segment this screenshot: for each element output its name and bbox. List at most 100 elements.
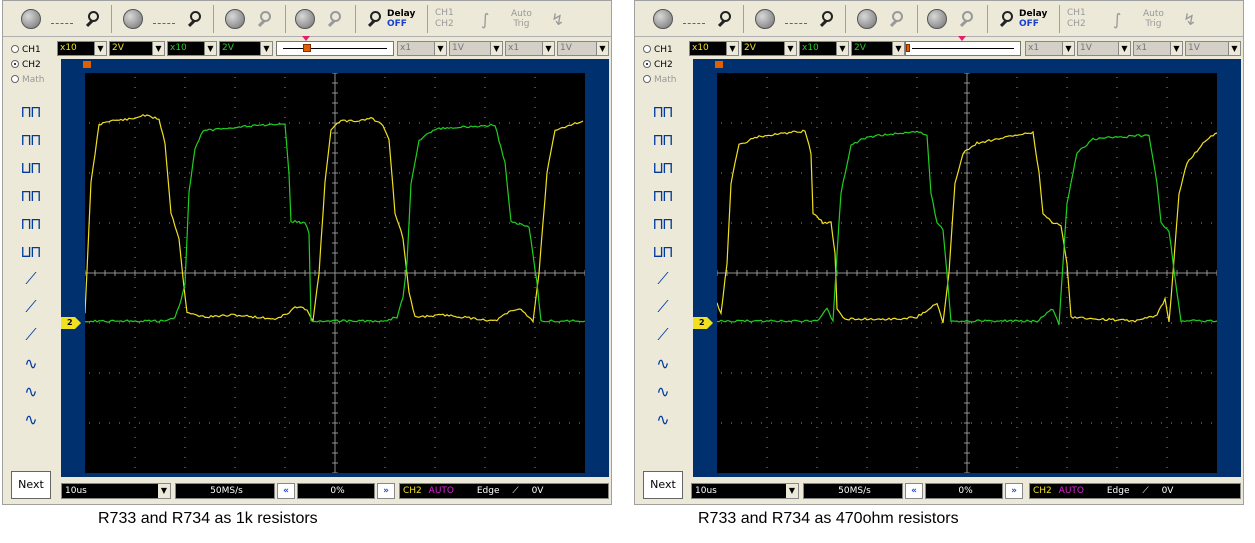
math-knob-icon[interactable] (225, 7, 245, 31)
ch2-knob-icon[interactable] (755, 7, 775, 31)
math1-volts-select[interactable]: 1V ▼ (449, 41, 503, 56)
channel-radio-ch1[interactable]: CH1 (643, 43, 691, 57)
ch1-knob-icon[interactable] (21, 7, 41, 31)
ch2-probe-select[interactable]: x10 ▼ (799, 41, 849, 56)
ch1-offset-icon[interactable] (51, 7, 73, 31)
mode-slope-icon[interactable]: ⟋ (9, 321, 53, 349)
math2-volts-select[interactable]: 1V ▼ (1185, 41, 1241, 56)
timebase-select[interactable]: 10us ▼ (61, 483, 171, 499)
mode-pulse-width-icon[interactable]: ⊓⊓ (9, 181, 53, 209)
mode-pulse-neg-icon[interactable]: ⊔⊓ (9, 153, 53, 181)
trig-src-ch2[interactable]: CH2 (1067, 19, 1086, 30)
channel-radio-ch2[interactable]: CH2 (643, 58, 691, 72)
mode-sine-icon[interactable]: ∿ (641, 349, 685, 377)
ref-zoom-icon[interactable] (957, 7, 977, 31)
trig-src-ch2[interactable]: CH2 (435, 19, 454, 30)
ch2-level-marker[interactable]: 2 (61, 317, 81, 329)
trigger-handle-icon[interactable] (906, 44, 910, 52)
position-right-button[interactable]: » (377, 483, 395, 499)
math2-probe-select[interactable]: x1 ▼ (1133, 41, 1183, 56)
ch2-probe-select[interactable]: x10 ▼ (167, 41, 217, 56)
math-knob-icon[interactable] (857, 7, 877, 31)
trigger-slope-icon[interactable]: ∫ (1113, 7, 1121, 31)
math2-probe-select[interactable]: x1 ▼ (505, 41, 555, 56)
mode-pulse-both-icon[interactable]: ⊓⊓ (9, 97, 53, 125)
trigger-position-slider[interactable] (276, 36, 394, 56)
trigger-source-group[interactable]: CH1 CH2 (435, 7, 454, 31)
ref-knob-icon[interactable] (927, 7, 947, 31)
ch1-knob-icon[interactable] (653, 7, 673, 31)
mode-sine-icon[interactable]: ∿ (9, 349, 53, 377)
auto-trig-button[interactable]: Auto Trig (511, 7, 532, 31)
mode-pulse-pos-icon[interactable]: ⊓⊓ (9, 125, 53, 153)
trigger-edge-icon[interactable]: ↯ (551, 7, 564, 31)
delay-icon[interactable]: Delay OFF (365, 7, 415, 31)
trig-src-ch1[interactable]: CH1 (1067, 8, 1086, 19)
math-zoom-icon[interactable] (887, 7, 907, 31)
trigger-position-marker[interactable] (302, 36, 310, 41)
delay-icon[interactable]: Delay OFF (997, 7, 1047, 31)
mode-slope-icon[interactable]: ⟋ (641, 321, 685, 349)
math1-probe-select[interactable]: x1 ▼ (1025, 41, 1075, 56)
mode-pulse-gt-icon[interactable]: ⊓⊓ (9, 209, 53, 237)
ch2-offset-icon[interactable] (785, 7, 807, 31)
grid-dot (1061, 372, 1062, 374)
mode-sine-inv-icon[interactable]: ∿ (9, 377, 53, 405)
ch2-zoom-icon[interactable] (185, 7, 205, 31)
next-button[interactable]: Next (643, 471, 683, 499)
ch2-volts-select[interactable]: 2V ▼ (851, 41, 905, 56)
channel-radio-math[interactable]: Math (11, 73, 59, 87)
math2-volts-select[interactable]: 1V ▼ (557, 41, 609, 56)
grid-dot (384, 347, 386, 348)
ref-knob-icon[interactable] (295, 7, 315, 31)
ch2-offset-icon[interactable] (153, 7, 175, 31)
mode-pulse-pos-icon[interactable]: ⊓⊓ (641, 125, 685, 153)
mode-edge-rise-icon[interactable]: ⟋ (641, 265, 685, 293)
timebase-select[interactable]: 10us ▼ (691, 483, 799, 499)
ch1-probe-select[interactable]: x10 ▼ (689, 41, 739, 56)
ch2-knob-icon[interactable] (123, 7, 143, 31)
mode-pulse-width-icon[interactable]: ⊓⊓ (641, 181, 685, 209)
mode-edge-rise-icon[interactable]: ⟋ (9, 265, 53, 293)
mode-sine-inv-icon[interactable]: ∿ (641, 377, 685, 405)
channel-radio-ch2[interactable]: CH2 (11, 58, 59, 72)
trigger-handle-icon[interactable] (303, 44, 311, 52)
ch2-level-marker[interactable]: 2 (693, 317, 713, 329)
trig-src-ch1[interactable]: CH1 (435, 8, 454, 19)
math1-probe-select[interactable]: x1 ▼ (397, 41, 447, 56)
position-left-button[interactable]: « (905, 483, 923, 499)
mode-sine-both-icon[interactable]: ∿ (641, 405, 685, 433)
trigger-slope-icon[interactable]: ∫ (481, 7, 489, 31)
ch2-volts-select[interactable]: 2V ▼ (219, 41, 273, 56)
mode-pulse-both-icon[interactable]: ⊓⊓ (641, 97, 685, 125)
ch1-zoom-icon[interactable] (715, 7, 735, 31)
mode-pulse-lt-icon[interactable]: ⊔⊓ (641, 237, 685, 265)
mode-pulse-gt-icon[interactable]: ⊓⊓ (641, 209, 685, 237)
mode-edge-fall-icon[interactable]: ⟋ (9, 293, 53, 321)
trigger-position-marker[interactable] (958, 36, 966, 41)
ref-zoom-icon[interactable] (325, 7, 345, 31)
trigger-edge-icon[interactable]: ↯ (1183, 7, 1196, 31)
trigger-position-slider[interactable] (905, 36, 1021, 56)
mode-sine-both-icon[interactable]: ∿ (9, 405, 53, 433)
ch1-volts-select[interactable]: 2V ▼ (109, 41, 165, 56)
auto-trig-button[interactable]: Auto Trig (1143, 7, 1164, 31)
channel-radio-ch1[interactable]: CH1 (11, 43, 59, 57)
ch1-zoom-icon[interactable] (83, 7, 103, 31)
grid-dot (284, 337, 286, 338)
mode-pulse-lt-icon[interactable]: ⊔⊓ (9, 237, 53, 265)
ch1-probe-select[interactable]: x10 ▼ (57, 41, 107, 56)
math-zoom-icon[interactable] (255, 7, 275, 31)
position-right-button[interactable]: » (1005, 483, 1023, 499)
channel-radio-math[interactable]: Math (643, 73, 691, 87)
mode-edge-fall-icon[interactable]: ⟋ (641, 293, 685, 321)
next-button[interactable]: Next (11, 471, 51, 499)
ch1-offset-icon[interactable] (683, 7, 705, 31)
position-left-button[interactable]: « (277, 483, 295, 499)
math1-volts-select[interactable]: 1V ▼ (1077, 41, 1131, 56)
ch1-volts-select[interactable]: 2V ▼ (741, 41, 797, 56)
mode-pulse-neg-icon[interactable]: ⊔⊓ (641, 153, 685, 181)
grid-dot (284, 387, 286, 388)
trigger-source-group[interactable]: CH1 CH2 (1067, 7, 1086, 31)
ch2-zoom-icon[interactable] (817, 7, 837, 31)
